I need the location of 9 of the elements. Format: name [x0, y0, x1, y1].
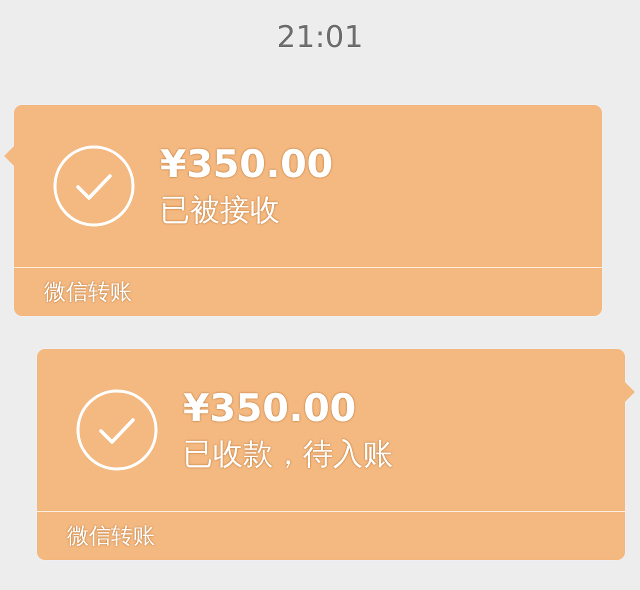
transfer-status: 已收款，待入账: [183, 436, 393, 474]
message-time: 21:01: [276, 19, 364, 57]
check-circle-icon: [52, 144, 136, 228]
transfer-amount: ¥350.00: [160, 141, 334, 187]
transfer-label: 微信转账: [43, 279, 133, 307]
transfer-amount: ¥350.00: [183, 385, 358, 431]
transfer-status: 已被接收: [160, 192, 281, 230]
transfer-label: 微信转账: [66, 523, 156, 551]
check-circle-icon: [75, 388, 159, 472]
